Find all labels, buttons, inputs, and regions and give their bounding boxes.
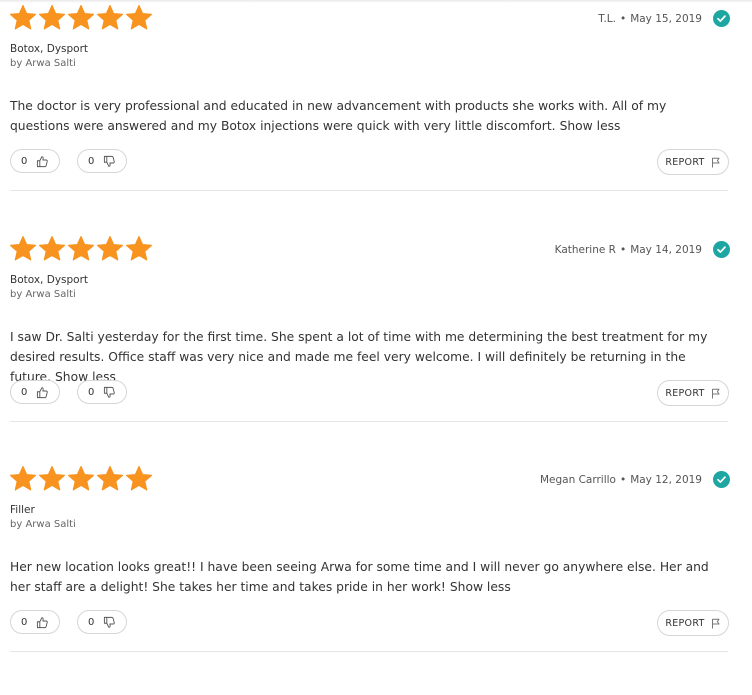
- meta-separator: •: [619, 12, 627, 25]
- review-divider: [10, 190, 728, 191]
- star-icon: [125, 4, 153, 32]
- helpful-count: 0: [21, 616, 28, 628]
- star-icon: [125, 465, 153, 493]
- star-icon: [96, 235, 124, 263]
- reviewer-name: Katherine R: [554, 243, 616, 256]
- flag-icon: [705, 388, 721, 399]
- helpful-count: 0: [21, 155, 28, 167]
- star-icon: [67, 235, 95, 263]
- report-label: REPORT: [665, 156, 705, 168]
- unhelpful-count: 0: [88, 386, 95, 398]
- report-button[interactable]: REPORT: [657, 149, 729, 175]
- star-icon: [96, 4, 124, 32]
- meta-separator: •: [619, 243, 627, 256]
- review-card: T.L. • May 15, 2019 Botox, Dysport by Ar…: [0, 4, 752, 234]
- star-icon: [9, 4, 37, 32]
- review-meta: T.L. • May 15, 2019: [598, 10, 730, 27]
- star-icon: [38, 235, 66, 263]
- unhelpful-button[interactable]: 0: [77, 610, 127, 634]
- report-button[interactable]: REPORT: [657, 610, 729, 636]
- unhelpful-button[interactable]: 0: [77, 380, 127, 404]
- review-divider: [10, 421, 728, 422]
- review-meta: Megan Carrillo • May 12, 2019: [540, 471, 730, 488]
- helpful-button[interactable]: 0: [10, 149, 60, 173]
- top-shadow: [0, 0, 752, 3]
- star-icon: [38, 465, 66, 493]
- thumbs-up-icon: [33, 155, 49, 168]
- unhelpful-count: 0: [88, 616, 95, 628]
- report-label: REPORT: [665, 617, 705, 629]
- treatment-name: Filler: [10, 504, 35, 516]
- star-icon: [125, 235, 153, 263]
- review-divider: [10, 651, 728, 652]
- review-text: The doctor is very professional and educ…: [10, 96, 728, 136]
- doctor-name: by Arwa Salti: [10, 519, 76, 530]
- thumbs-down-icon: [100, 386, 116, 399]
- review-date: May 15, 2019: [630, 12, 702, 25]
- star-rating: [9, 465, 154, 493]
- star-icon: [67, 4, 95, 32]
- flag-icon: [705, 157, 721, 168]
- star-icon: [9, 235, 37, 263]
- doctor-name: by Arwa Salti: [10, 289, 76, 300]
- helpful-button[interactable]: 0: [10, 380, 60, 404]
- review-text: Her new location looks great!! I have be…: [10, 557, 728, 597]
- helpful-button[interactable]: 0: [10, 610, 60, 634]
- treatment-name: Botox, Dysport: [10, 274, 89, 286]
- doctor-name: by Arwa Salti: [10, 58, 76, 69]
- review-meta: Katherine R • May 14, 2019: [555, 241, 730, 258]
- thumbs-down-icon: [100, 155, 116, 168]
- helpful-count: 0: [21, 386, 28, 398]
- star-rating: [9, 4, 154, 32]
- review-body: Her new location looks great!! I have be…: [10, 560, 709, 594]
- report-label: REPORT: [665, 387, 705, 399]
- reviewer-name: T.L.: [598, 12, 616, 25]
- review-card: Katherine R • May 14, 2019 Botox, Dyspor…: [0, 235, 752, 465]
- flag-icon: [705, 618, 721, 629]
- verified-check-icon: [713, 471, 730, 488]
- show-less-link[interactable]: Show less: [450, 580, 511, 594]
- unhelpful-button[interactable]: 0: [77, 149, 127, 173]
- star-icon: [96, 465, 124, 493]
- review-card: Megan Carrillo • May 12, 2019 Filler by …: [0, 465, 752, 695]
- review-date: May 14, 2019: [630, 243, 702, 256]
- reviewer-name: Megan Carrillo: [539, 473, 616, 486]
- meta-separator: •: [619, 473, 627, 486]
- star-icon: [67, 465, 95, 493]
- star-rating: [9, 235, 154, 263]
- thumbs-up-icon: [33, 386, 49, 399]
- review-text: I saw Dr. Salti yesterday for the first …: [10, 327, 728, 387]
- report-button[interactable]: REPORT: [657, 380, 729, 406]
- verified-check-icon: [713, 10, 730, 27]
- verified-check-icon: [713, 241, 730, 258]
- thumbs-up-icon: [33, 616, 49, 629]
- unhelpful-count: 0: [88, 155, 95, 167]
- star-icon: [38, 4, 66, 32]
- star-icon: [9, 465, 37, 493]
- treatment-name: Botox, Dysport: [10, 43, 89, 55]
- review-date: May 12, 2019: [630, 473, 702, 486]
- thumbs-down-icon: [100, 616, 116, 629]
- show-less-link[interactable]: Show less: [560, 119, 621, 133]
